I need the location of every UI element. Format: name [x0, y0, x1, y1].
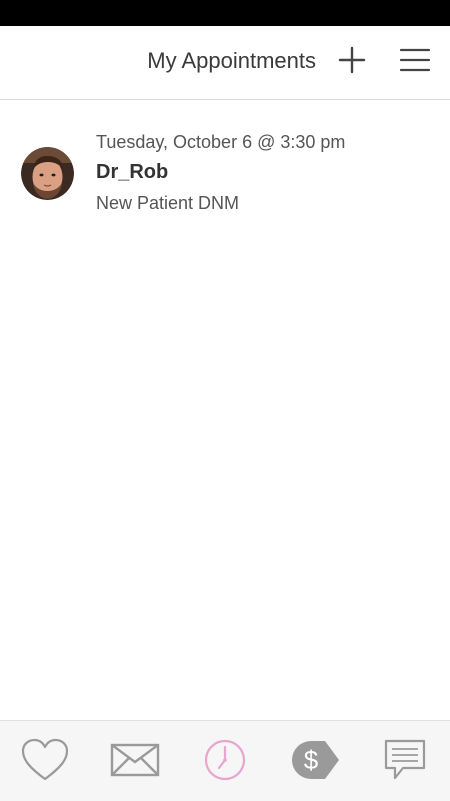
- bottom-navigation: $: [0, 720, 450, 801]
- hamburger-menu-icon: [399, 48, 431, 72]
- appointment-datetime: Tuesday, October 6 @ 3:30 pm: [96, 132, 346, 152]
- plus-icon: [338, 46, 366, 74]
- appointment-doctor-name: Dr_Rob: [96, 161, 169, 183]
- status-bar: [0, 0, 450, 26]
- app-header: My Appointments: [0, 26, 450, 100]
- clock-icon: [204, 739, 246, 781]
- dollar-tag-icon: $: [292, 741, 339, 779]
- chat-icon: [384, 739, 426, 780]
- appointment-type: New Patient DNM: [96, 193, 240, 213]
- nav-favorites-button[interactable]: [17, 735, 73, 785]
- appointment-list-item[interactable]: Tuesday, October 6 @ 3:30 pm Dr_Rob New …: [0, 100, 450, 230]
- nav-payments-button[interactable]: $: [287, 735, 343, 785]
- doctor-avatar: [21, 147, 74, 200]
- menu-button[interactable]: [397, 42, 433, 78]
- nav-messages-button[interactable]: [107, 735, 163, 785]
- heart-icon: [21, 738, 69, 781]
- page-title: My Appointments: [147, 48, 316, 73]
- svg-text:$: $: [304, 745, 319, 775]
- add-appointment-button[interactable]: [334, 42, 370, 78]
- mail-icon: [110, 743, 160, 777]
- nav-appointments-button[interactable]: [197, 735, 253, 785]
- nav-chat-button[interactable]: [377, 735, 433, 785]
